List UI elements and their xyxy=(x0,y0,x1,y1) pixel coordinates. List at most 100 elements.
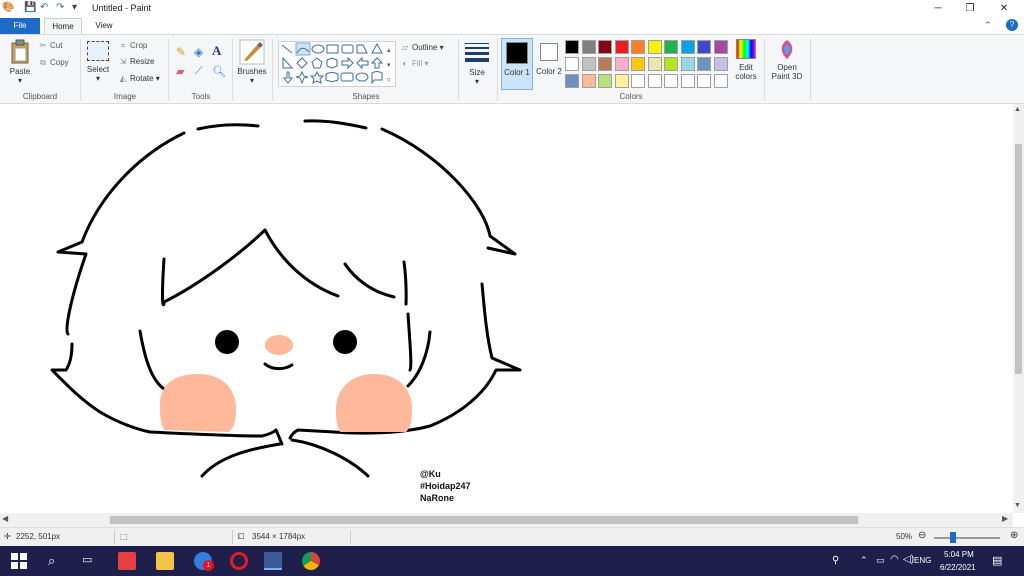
collapse-ribbon-icon[interactable]: ⌃ xyxy=(984,20,992,31)
rotate-button[interactable]: ◭ Rotate ▾ xyxy=(118,74,160,83)
color2-button[interactable]: Color 2 xyxy=(535,38,563,90)
scroll-right-icon[interactable]: ▶ xyxy=(1002,514,1008,523)
file-explorer-icon[interactable] xyxy=(156,552,174,570)
action-center-icon[interactable]: ▤ xyxy=(992,554,1002,567)
photos-app-icon[interactable] xyxy=(118,552,136,570)
close-button[interactable]: ✕ xyxy=(988,0,1020,18)
rotate-icon: ◭ xyxy=(119,74,127,83)
clock-date[interactable]: 6/22/2021 xyxy=(940,563,976,572)
palette-swatch[interactable] xyxy=(598,40,612,54)
show-hidden-icons-icon[interactable]: ⌃ xyxy=(860,555,868,566)
palette-swatch[interactable] xyxy=(697,74,711,88)
crop-button[interactable]: ⌗ Crop xyxy=(118,41,148,51)
size-button[interactable]: Size ▾ xyxy=(463,41,491,86)
vertical-scrollbar[interactable]: ▲ ▼ xyxy=(1013,104,1024,513)
battery-icon[interactable]: ▭ xyxy=(876,555,885,566)
save-icon[interactable]: 💾 xyxy=(24,2,36,13)
palette-swatch[interactable] xyxy=(565,40,579,54)
fill-bucket-icon[interactable]: ◈ xyxy=(194,45,203,59)
palette-swatch[interactable] xyxy=(581,57,596,71)
tab-view[interactable]: View xyxy=(86,18,122,34)
right-blush xyxy=(336,374,412,432)
palette-swatch[interactable] xyxy=(647,40,662,54)
palette-swatch[interactable] xyxy=(614,40,629,54)
color1-label: Color 1 xyxy=(504,68,530,77)
copy-button[interactable]: ⧉ Copy xyxy=(38,58,69,68)
palette-swatch[interactable] xyxy=(598,74,612,88)
color1-button[interactable]: Color 1 xyxy=(501,38,533,90)
horizontal-scroll-thumb[interactable] xyxy=(110,516,858,524)
palette-swatch[interactable] xyxy=(565,74,579,88)
palette-swatch[interactable] xyxy=(647,74,662,88)
scroll-down-icon[interactable]: ▼ xyxy=(1014,502,1021,509)
search-icon[interactable]: ⌕ xyxy=(48,553,55,569)
minimize-button[interactable]: ─ xyxy=(922,0,954,18)
zoom-slider[interactable] xyxy=(934,537,1000,539)
maximize-button[interactable]: ❐ xyxy=(954,0,986,18)
fill-dropdown[interactable]: ◐ Fill ▾ xyxy=(400,59,429,68)
palette-swatch[interactable] xyxy=(581,40,596,54)
undo-icon[interactable]: ↶ xyxy=(40,2,48,13)
select-button[interactable]: Select ▾ xyxy=(84,41,112,83)
divider xyxy=(350,530,351,544)
palette-swatch[interactable] xyxy=(664,74,678,88)
scroll-left-icon[interactable]: ◀ xyxy=(2,514,8,523)
chrome-browser-icon[interactable] xyxy=(302,552,320,570)
resize-button[interactable]: ⇲ Resize xyxy=(118,57,155,66)
rotate-label: Rotate xyxy=(130,74,154,83)
tab-file[interactable]: File xyxy=(0,18,40,34)
palette-swatch[interactable] xyxy=(713,57,728,71)
scroll-up-icon[interactable]: ▲ xyxy=(1014,106,1021,113)
palette-swatch[interactable] xyxy=(713,40,728,54)
zoom-in-button[interactable]: ⊕ xyxy=(1010,530,1018,541)
input-language[interactable]: ENG xyxy=(914,556,931,565)
customize-quick-access-icon[interactable]: ▾ xyxy=(72,2,77,13)
palette-swatch[interactable] xyxy=(631,74,645,88)
pencil-icon[interactable]: ✎ xyxy=(176,45,186,59)
drawing-canvas[interactable] xyxy=(0,104,1013,513)
volume-icon[interactable]: ◁) xyxy=(903,554,914,565)
people-icon[interactable]: ⚲ xyxy=(832,555,839,566)
paste-button[interactable]: Paste ▾ xyxy=(6,39,34,85)
text-tool-icon[interactable]: A xyxy=(212,43,221,59)
outline-dropdown[interactable]: ▱ Outline ▾ xyxy=(400,43,444,52)
palette-swatch[interactable] xyxy=(581,74,596,88)
palette-swatch[interactable] xyxy=(614,74,629,88)
palette-swatch[interactable] xyxy=(713,74,728,88)
zoom-slider-thumb[interactable] xyxy=(950,532,956,543)
divider xyxy=(114,530,115,544)
tab-home[interactable]: Home xyxy=(44,18,82,34)
help-icon[interactable]: ? xyxy=(1006,19,1018,31)
palette-swatch[interactable] xyxy=(631,40,645,54)
horizontal-scrollbar[interactable]: ◀ ▶ xyxy=(0,513,1013,527)
edit-colors-button[interactable]: Edit colors xyxy=(732,39,760,81)
vertical-scroll-thumb[interactable] xyxy=(1015,144,1022,374)
palette-swatch[interactable] xyxy=(697,57,711,71)
zoom-out-button[interactable]: ⊖ xyxy=(918,530,926,541)
shapes-gallery[interactable]: ▴ ▾ ▿ xyxy=(278,41,396,87)
task-view-icon[interactable]: ▭ xyxy=(82,553,92,566)
cut-button[interactable]: ✂ Cut xyxy=(38,41,63,50)
palette-swatch[interactable] xyxy=(565,57,579,71)
palette-swatch[interactable] xyxy=(680,74,695,88)
redo-icon[interactable]: ↷ xyxy=(56,2,64,13)
paint-taskbar-icon[interactable] xyxy=(264,552,282,570)
opera-browser-icon[interactable] xyxy=(230,552,248,570)
palette-swatch[interactable] xyxy=(614,57,629,71)
palette-swatch[interactable] xyxy=(664,57,678,71)
palette-swatch[interactable] xyxy=(680,40,695,54)
palette-swatch[interactable] xyxy=(647,57,662,71)
palette-swatch[interactable] xyxy=(697,40,711,54)
brushes-button[interactable]: Brushes ▾ xyxy=(235,39,269,85)
palette-swatch[interactable] xyxy=(680,57,695,71)
palette-swatch[interactable] xyxy=(664,40,678,54)
palette-swatch[interactable] xyxy=(598,57,612,71)
wifi-icon[interactable]: ◠ xyxy=(890,554,899,565)
palette-swatch[interactable] xyxy=(631,57,645,71)
windows-start-icon[interactable] xyxy=(10,552,28,570)
open-paint3d-button[interactable]: Open Paint 3D xyxy=(767,39,807,81)
magnifier-icon[interactable]: 🔍︎ xyxy=(212,65,226,78)
color-picker-icon[interactable]: ⟋ xyxy=(195,65,203,78)
clock-time[interactable]: 5:04 PM xyxy=(944,550,974,559)
eraser-icon[interactable]: ▰ xyxy=(176,65,184,78)
